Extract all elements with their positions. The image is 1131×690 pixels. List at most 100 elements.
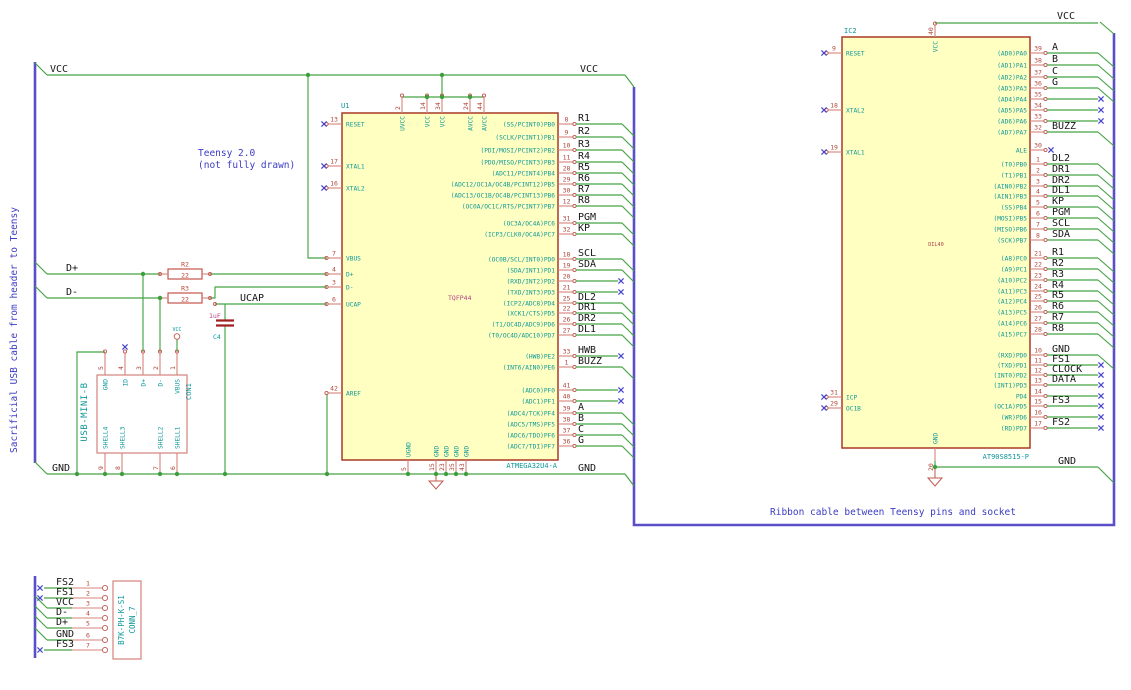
- pin-number: 34: [434, 102, 442, 110]
- pin-end: [101, 624, 109, 632]
- pin-number: 1: [565, 359, 569, 367]
- pin-name: XTAL2: [346, 185, 365, 192]
- junction-dot: [932, 464, 938, 470]
- bus-entry: [621, 172, 635, 186]
- pin-number: 4: [1036, 188, 1040, 196]
- pin-name: (OC3A/OC4A)PC6: [503, 220, 555, 227]
- junction-dot: [453, 471, 459, 477]
- pin-name: (SS/PCINT0)PB0: [503, 121, 555, 128]
- net-label: SDA: [1052, 229, 1070, 240]
- bus-entry: [34, 461, 48, 475]
- bus-entry: [1097, 174, 1115, 190]
- pin-name: (RXD)PD0: [997, 352, 1027, 359]
- pin-end: [572, 443, 577, 449]
- net-label: DR1: [578, 302, 596, 313]
- pin-number: 29: [830, 400, 838, 408]
- pin-number: 5: [86, 620, 90, 628]
- net-label: R2: [578, 126, 590, 137]
- pin-number: 33: [1034, 113, 1042, 121]
- pin-number: 3: [135, 366, 143, 370]
- bus-entry: [1097, 64, 1115, 80]
- pin-number: 10: [563, 142, 571, 150]
- bus-entry: [621, 423, 635, 437]
- pin-name: (PDI/MOSI/PCINT2)PB2: [480, 147, 555, 154]
- net-label: DR2: [578, 313, 596, 324]
- pin-name: AREF: [346, 390, 361, 397]
- pin-name: (RD)PD7: [1001, 425, 1027, 432]
- pin-name: GND: [453, 446, 460, 457]
- bus-entry: [1097, 239, 1115, 255]
- pin-end: [1043, 331, 1048, 337]
- pin-number: 11: [1034, 357, 1042, 365]
- pin-end: [572, 410, 577, 416]
- pin-number: 31: [563, 215, 571, 223]
- junction-dot: [443, 471, 449, 477]
- bus-entry: [621, 136, 635, 150]
- pin-name: (MISO)PB6: [993, 226, 1027, 233]
- pin-number: 18: [563, 251, 571, 259]
- usb-value: USB-MINI-B: [80, 382, 90, 441]
- bus-entry: [621, 366, 635, 380]
- pin-name: PD4: [1016, 393, 1027, 400]
- pin-name: GND: [433, 446, 440, 457]
- bus-entry: [621, 222, 635, 236]
- pin-number: 36: [1034, 80, 1042, 88]
- note-teensy-line2: (not fully drawn): [198, 160, 295, 171]
- bus-entry: [621, 269, 635, 283]
- pin-name: (OC0A/OC1C/RTS/PCINT7)PB7: [462, 203, 555, 210]
- bus-entry: [1097, 311, 1115, 327]
- pin-number: 8: [565, 116, 569, 124]
- pin-name: (SCLK/PCINT1)PB1: [495, 134, 555, 141]
- net-label: R6: [578, 173, 590, 184]
- pin-end: [572, 170, 577, 176]
- pin-number: 27: [563, 327, 571, 335]
- bus-entry: [34, 62, 48, 76]
- pin-name: (SS)PB4: [1001, 204, 1027, 211]
- pin-end: [1043, 320, 1048, 326]
- pin-number: 34: [1034, 102, 1042, 110]
- bus-entry: [1097, 333, 1115, 349]
- pin-end: [1043, 62, 1048, 68]
- pin-number: 36: [563, 438, 571, 446]
- pin-name: (T0/OC4D/ADC10)PD7: [488, 332, 555, 339]
- pin-name: (AIN0)PB2: [993, 183, 1027, 190]
- pin-name: SHELL1: [174, 426, 181, 449]
- pin-name: XTAL2: [846, 107, 865, 114]
- pin-end: [1043, 372, 1048, 378]
- pin-name: (A15)PC7: [997, 331, 1027, 338]
- pin-end: [1043, 352, 1048, 358]
- pin-name: VCC: [932, 41, 939, 52]
- net-label: SCL: [578, 248, 596, 259]
- pin-number: 44: [476, 102, 484, 110]
- bus-entry: [1097, 279, 1115, 295]
- net-label: A: [578, 402, 584, 413]
- pin-name: GND: [102, 379, 109, 390]
- pin-end: [1043, 183, 1048, 189]
- bus-entry: [621, 161, 635, 175]
- net-label: B: [578, 413, 584, 424]
- bus-entry: [1097, 131, 1115, 147]
- pin-end: [1043, 266, 1048, 272]
- pin-end: [572, 267, 577, 273]
- pin-end: [1043, 362, 1048, 368]
- pin-name: (AD5)PA5: [997, 107, 1027, 114]
- junction-dot: [157, 295, 163, 301]
- pin-number: 1: [169, 366, 177, 370]
- junction-dot: [439, 94, 445, 100]
- pin-number: 35: [1034, 91, 1042, 99]
- pin-name: D+: [346, 271, 354, 278]
- pin-name: AVCC: [481, 116, 488, 131]
- pin-name: (PDO/MISO/PCINT3)PB3: [480, 159, 555, 166]
- note-sacrificial-usb: Sacrificial USB cable from header to Tee…: [9, 207, 20, 453]
- u1-package: TQFP44: [448, 294, 472, 302]
- pin-end: [1043, 74, 1048, 80]
- pin-end: [572, 398, 577, 404]
- u1-value: ATMEGA32U4-A: [506, 462, 557, 470]
- pin-name: VBUS: [346, 255, 361, 262]
- pin-end: [1043, 107, 1048, 113]
- pin-name: (AD7)PA7: [997, 129, 1027, 136]
- net-label: FS3: [1052, 395, 1070, 406]
- pin-name: (ADC6/TDO)PF6: [507, 432, 556, 439]
- pin-name: GND: [463, 446, 470, 457]
- net-label: DR1: [1052, 164, 1070, 175]
